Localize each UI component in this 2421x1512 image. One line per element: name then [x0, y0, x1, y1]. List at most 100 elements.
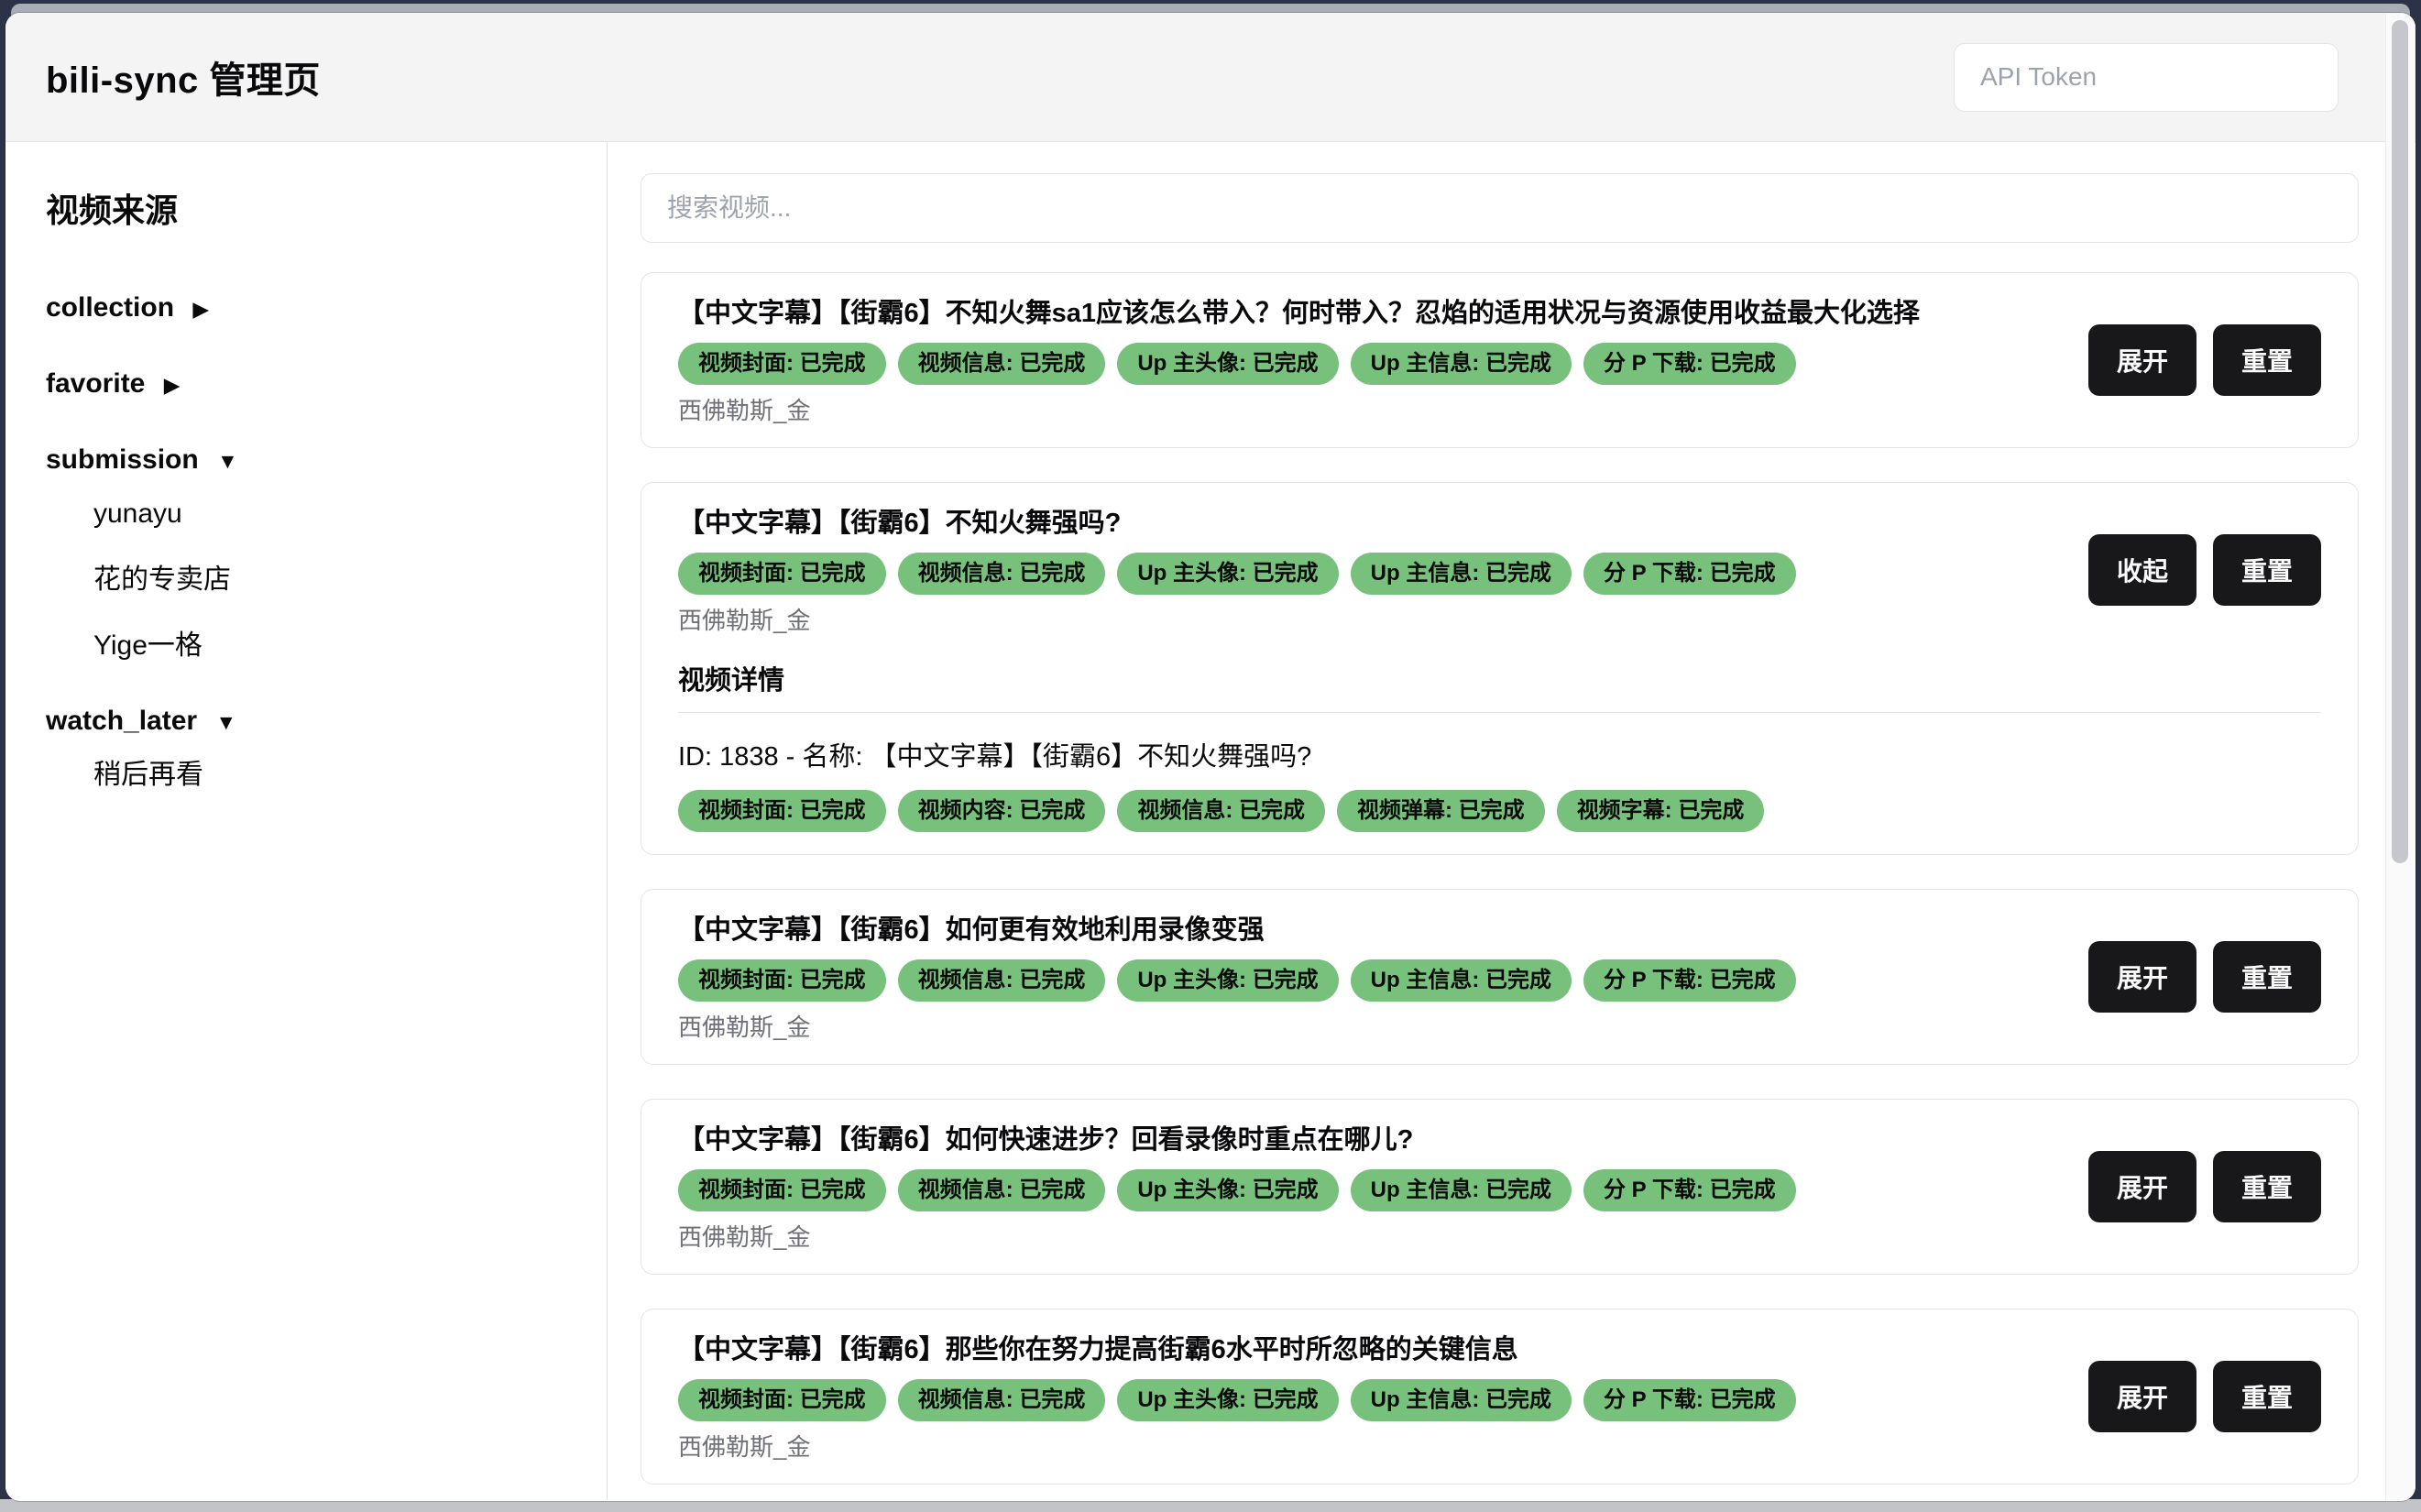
video-card: 【中文字幕】【街霸6】如何快速进步？回看录像时重点在哪儿? 视频封面: 已完成视…	[641, 1099, 2359, 1275]
status-badge: Up 主头像: 已完成	[1117, 959, 1338, 1002]
video-card: 【中文字幕】【街霸6】如何更有效地利用录像变强 视频封面: 已完成视频信息: 已…	[641, 889, 2359, 1065]
video-card-info: 【中文字幕】【街霸6】那些你在努力提高街霸6水平时所忽略的关键信息 视频封面: …	[678, 1331, 2066, 1462]
video-source-tree: collection ▶ favorite ▶ submission ▼ yun…	[46, 287, 585, 796]
triangle-toggle-icon: ▶	[164, 373, 181, 397]
status-badge: 视频信息: 已完成	[1117, 790, 1325, 832]
source-group: submission ▼ yunayu 花的专卖店 Yige一格	[46, 439, 585, 667]
video-title: 【中文字幕】【街霸6】如何快速进步？回看录像时重点在哪儿?	[678, 1122, 2066, 1158]
expand-toggle-button[interactable]: 展开	[2088, 324, 2196, 396]
video-card-actions: 展开 重置	[2088, 1151, 2321, 1222]
source-item[interactable]: Yige一格	[46, 625, 585, 667]
expand-toggle-button[interactable]: 收起	[2088, 534, 2196, 606]
video-card: 【中文字幕】【街霸6】不知火舞强吗? 视频封面: 已完成视频信息: 已完成Up …	[641, 482, 2359, 855]
video-detail-id-line: ID: 1838 - 名称: 【中文字幕】【街霸6】不知火舞强吗?	[678, 735, 2321, 773]
status-badge: 分 P 下载: 已完成	[1583, 553, 1796, 595]
video-author: 西佛勒斯_金	[678, 396, 2066, 425]
status-badge: 分 P 下载: 已完成	[1583, 959, 1796, 1002]
status-badge: 视频内容: 已完成	[898, 790, 1106, 832]
video-card-info: 【中文字幕】【街霸6】如何快速进步？回看录像时重点在哪儿? 视频封面: 已完成视…	[678, 1122, 2066, 1252]
reset-button[interactable]: 重置	[2213, 1151, 2321, 1222]
status-badge: 分 P 下载: 已完成	[1583, 343, 1796, 385]
reset-button[interactable]: 重置	[2213, 534, 2321, 606]
status-badge: 视频信息: 已完成	[898, 1169, 1106, 1211]
video-card-info: 【中文字幕】【街霸6】不知火舞强吗? 视频封面: 已完成视频信息: 已完成Up …	[678, 505, 2066, 635]
status-badge: 视频封面: 已完成	[678, 1379, 886, 1421]
status-badge: 视频封面: 已完成	[678, 959, 886, 1002]
status-badge: 视频信息: 已完成	[898, 1379, 1106, 1421]
status-badge: 视频封面: 已完成	[678, 790, 886, 832]
source-group-label: favorite	[46, 368, 145, 399]
source-item[interactable]: 稍后再看	[46, 754, 585, 796]
detail-divider	[678, 712, 2321, 713]
expand-toggle-button[interactable]: 展开	[2088, 941, 2196, 1013]
status-badge: Up 主头像: 已完成	[1117, 343, 1338, 385]
status-badge: 视频弹幕: 已完成	[1337, 790, 1545, 832]
api-token-input[interactable]	[1954, 43, 2339, 112]
status-badge: 分 P 下载: 已完成	[1583, 1169, 1796, 1211]
source-group: watch_later ▼ 稍后再看	[46, 700, 585, 796]
video-list-panel: 【中文字幕】【街霸6】不知火舞sa1应该怎么带入？何时带入？忍焰的适用状况与资源…	[608, 142, 2416, 1500]
video-card-actions: 展开 重置	[2088, 324, 2321, 396]
video-title: 【中文字幕】【街霸6】不知火舞sa1应该怎么带入？何时带入？忍焰的适用状况与资源…	[678, 295, 2066, 332]
search-input[interactable]	[641, 173, 2359, 243]
status-badge: Up 主头像: 已完成	[1117, 553, 1338, 595]
detail-status-badge-row: 视频封面: 已完成视频内容: 已完成视频信息: 已完成视频弹幕: 已完成视频字幕…	[678, 790, 2321, 832]
source-group: favorite ▶	[46, 363, 585, 406]
status-badge: 视频信息: 已完成	[898, 959, 1106, 1002]
video-card-info: 【中文字幕】【街霸6】如何更有效地利用录像变强 视频封面: 已完成视频信息: 已…	[678, 912, 2066, 1042]
reset-button[interactable]: 重置	[2213, 941, 2321, 1013]
video-title: 【中文字幕】【街霸6】如何更有效地利用录像变强	[678, 912, 2066, 948]
source-group-toggle[interactable]: collection ▶	[46, 287, 585, 330]
sidebar-heading: 视频来源	[46, 184, 585, 232]
status-badge: 视频字幕: 已完成	[1557, 790, 1765, 832]
reset-button[interactable]: 重置	[2213, 1361, 2321, 1432]
video-card-actions: 展开 重置	[2088, 941, 2321, 1013]
video-card-head: 【中文字幕】【街霸6】不知火舞强吗? 视频封面: 已完成视频信息: 已完成Up …	[678, 505, 2321, 635]
status-badge: 视频信息: 已完成	[898, 553, 1106, 595]
source-group-label: watch_later	[46, 706, 197, 736]
video-card: 【中文字幕】【街霸6】不知火舞sa1应该怎么带入？何时带入？忍焰的适用状况与资源…	[641, 272, 2359, 448]
status-badge: Up 主信息: 已完成	[1351, 959, 1572, 1002]
expand-toggle-button[interactable]: 展开	[2088, 1151, 2196, 1222]
triangle-toggle-icon: ▶	[192, 297, 209, 321]
video-author: 西佛勒斯_金	[678, 1013, 2066, 1042]
status-badge: 视频封面: 已完成	[678, 343, 886, 385]
video-detail-heading: 视频详情	[678, 659, 2321, 697]
video-author: 西佛勒斯_金	[678, 1432, 2066, 1462]
sidebar: 视频来源 collection ▶ favorite ▶ submission …	[5, 142, 608, 1500]
status-badge-row: 视频封面: 已完成视频信息: 已完成 Up 主头像: 已完成 Up 主信息: 已完成…	[678, 959, 2066, 1002]
video-card-actions: 收起 重置	[2088, 534, 2321, 606]
status-badge-row: 视频封面: 已完成视频信息: 已完成Up 主头像: 已完成Up 主信息: 已完成…	[678, 553, 2066, 595]
video-card-head: 【中文字幕】【街霸6】那些你在努力提高街霸6水平时所忽略的关键信息 视频封面: …	[678, 1331, 2321, 1462]
page-title: bili-sync 管理页	[46, 50, 321, 104]
triangle-toggle-icon: ▼	[215, 710, 236, 734]
status-badge-row: 视频封面: 已完成视频信息: 已完成Up 主头像: 已完成Up 主信息: 已完成…	[678, 343, 2066, 385]
status-badge: 视频封面: 已完成	[678, 1169, 886, 1211]
status-badge: Up 主信息: 已完成	[1351, 343, 1572, 385]
reset-button[interactable]: 重置	[2213, 324, 2321, 396]
status-badge-row: 视频封面: 已完成视频信息: 已完成 Up 主头像: 已完成 Up 主信息: 已完成…	[678, 1379, 2066, 1421]
video-title: 【中文字幕】【街霸6】那些你在努力提高街霸6水平时所忽略的关键信息	[678, 1331, 2066, 1368]
source-group-toggle[interactable]: submission ▼	[46, 439, 585, 482]
source-item[interactable]: 花的专卖店	[46, 559, 585, 601]
scrollbar-thumb[interactable]	[2392, 20, 2408, 863]
status-badge: Up 主信息: 已完成	[1351, 1379, 1572, 1421]
video-card-actions: 展开 重置	[2088, 1361, 2321, 1432]
video-card-info: 【中文字幕】【街霸6】不知火舞sa1应该怎么带入？何时带入？忍焰的适用状况与资源…	[678, 295, 2066, 425]
video-detail-section: 视频详情 ID: 1838 - 名称: 【中文字幕】【街霸6】不知火舞强吗? 视…	[678, 659, 2321, 832]
source-group: collection ▶	[46, 287, 585, 330]
video-card-head: 【中文字幕】【街霸6】不知火舞sa1应该怎么带入？何时带入？忍焰的适用状况与资源…	[678, 295, 2321, 425]
status-badge: Up 主头像: 已完成	[1117, 1379, 1338, 1421]
source-group-children: yunayu 花的专卖店 Yige一格	[46, 493, 585, 667]
source-item[interactable]: yunayu	[46, 493, 585, 535]
source-group-label: collection	[46, 292, 174, 323]
window-bottom-edge	[0, 1499, 2421, 1512]
status-badge: 分 P 下载: 已完成	[1583, 1379, 1796, 1421]
expand-toggle-button[interactable]: 展开	[2088, 1361, 2196, 1432]
source-group-toggle[interactable]: favorite ▶	[46, 363, 585, 406]
source-group-toggle[interactable]: watch_later ▼	[46, 700, 585, 743]
video-card-list: 【中文字幕】【街霸6】不知火舞sa1应该怎么带入？何时带入？忍焰的适用状况与资源…	[641, 272, 2359, 1500]
status-badge: Up 主信息: 已完成	[1351, 1169, 1572, 1211]
status-badge: Up 主信息: 已完成	[1351, 553, 1572, 595]
status-badge-row: 视频封面: 已完成视频信息: 已完成Up 主头像: 已完成Up 主信息: 已完成…	[678, 1169, 2066, 1211]
